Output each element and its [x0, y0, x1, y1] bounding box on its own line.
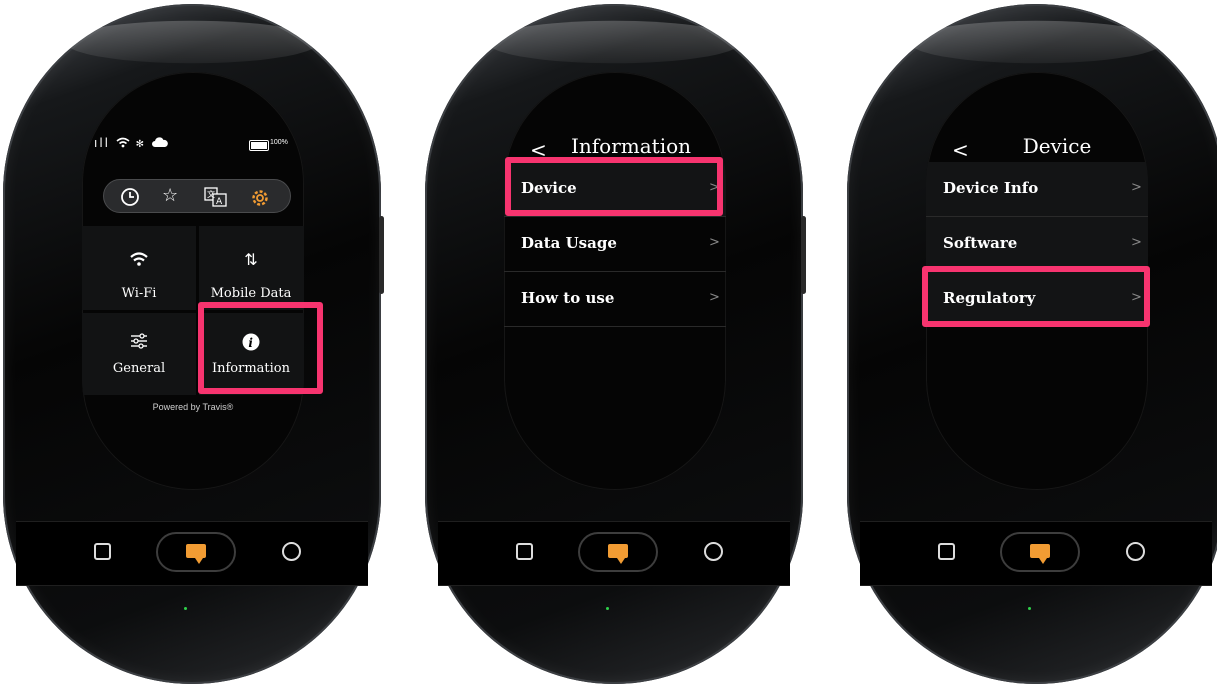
chevron-right-icon: >: [1131, 235, 1142, 250]
highlight-device: [505, 157, 723, 216]
nav-bar: [16, 521, 368, 586]
chevron-right-icon: >: [1131, 180, 1142, 195]
list-item-label: Software: [943, 234, 1018, 252]
tile-label: Mobile Data: [210, 286, 292, 301]
screen: ıll ✻ 100% ☆ A文 Wi-Fi ⇅ Mobile Data Gene…: [82, 72, 304, 490]
nav-bar: [860, 521, 1212, 586]
tile-label: General: [112, 361, 166, 376]
mobile-data-icon: ⇅: [244, 250, 258, 269]
status-bar: ıll ✻ 100%: [94, 136, 294, 152]
settings-icon[interactable]: [249, 187, 271, 209]
list-item-label: Data Usage: [521, 234, 617, 252]
list-item-label: How to use: [521, 289, 615, 307]
highlight-regulatory: [922, 266, 1150, 327]
svg-text:文: 文: [207, 189, 215, 199]
chat-button[interactable]: [1000, 532, 1080, 572]
translate-icon[interactable]: A文: [204, 187, 228, 207]
chevron-right-icon: >: [709, 290, 720, 305]
wifi-icon: [130, 252, 148, 266]
list-item-software[interactable]: Software >: [926, 217, 1148, 272]
side-button[interactable]: [801, 216, 806, 294]
battery-icon: [249, 140, 269, 151]
tile-wifi[interactable]: Wi-Fi: [82, 226, 196, 310]
tile-mobile-data[interactable]: ⇅ Mobile Data: [199, 226, 304, 310]
signal-icon: ıll: [94, 136, 111, 150]
powered-by-text: Powered by Travis®: [152, 402, 234, 412]
circle-icon[interactable]: [282, 542, 301, 561]
circle-icon[interactable]: [1126, 542, 1145, 561]
list-item-how-to-use[interactable]: How to use >: [504, 272, 726, 327]
list-item-device-info[interactable]: Device Info >: [926, 162, 1148, 217]
cloud-icon: [151, 137, 168, 147]
tile-label: Wi-Fi: [121, 286, 157, 301]
device-home-settings: ıll ✻ 100% ☆ A文 Wi-Fi ⇅ Mobile Data Gene…: [3, 4, 384, 684]
quick-icon-bar: ☆ A文: [103, 179, 291, 213]
tile-general[interactable]: General: [82, 313, 196, 395]
status-led: [1028, 607, 1031, 610]
square-icon[interactable]: [938, 543, 955, 560]
wifi-status-icon: [116, 137, 130, 148]
chat-icon: [1030, 544, 1050, 564]
highlight-information: [198, 302, 323, 394]
screen-title: Information: [570, 134, 692, 158]
screen: < Information Device > Data Usage > How …: [504, 72, 726, 490]
status-icons: ıll ✻: [94, 136, 168, 150]
status-led: [184, 607, 187, 610]
chevron-right-icon: >: [709, 235, 720, 250]
device-device: < Device Device Info > Software > Regula…: [847, 4, 1217, 684]
history-icon[interactable]: [120, 187, 140, 207]
chat-button[interactable]: [578, 532, 658, 572]
battery-percent: 100%: [270, 139, 288, 146]
chat-button[interactable]: [156, 532, 236, 572]
square-icon[interactable]: [94, 543, 111, 560]
square-icon[interactable]: [516, 543, 533, 560]
list-item-label: Device Info: [943, 179, 1039, 197]
circle-icon[interactable]: [704, 542, 723, 561]
list-item-data-usage[interactable]: Data Usage >: [504, 217, 726, 272]
screen-title: Device: [1022, 134, 1092, 158]
side-button[interactable]: [379, 216, 384, 294]
chat-icon: [608, 544, 628, 564]
screen-header: < Device: [926, 132, 1148, 162]
svg-text:A: A: [216, 197, 223, 207]
device-information: < Information Device > Data Usage > How …: [425, 4, 806, 684]
sliders-icon: [131, 333, 147, 349]
chat-icon: [186, 544, 206, 564]
bluetooth-icon: ✻: [135, 139, 147, 150]
star-icon[interactable]: ☆: [162, 187, 178, 205]
status-led: [606, 607, 609, 610]
nav-bar: [438, 521, 790, 586]
